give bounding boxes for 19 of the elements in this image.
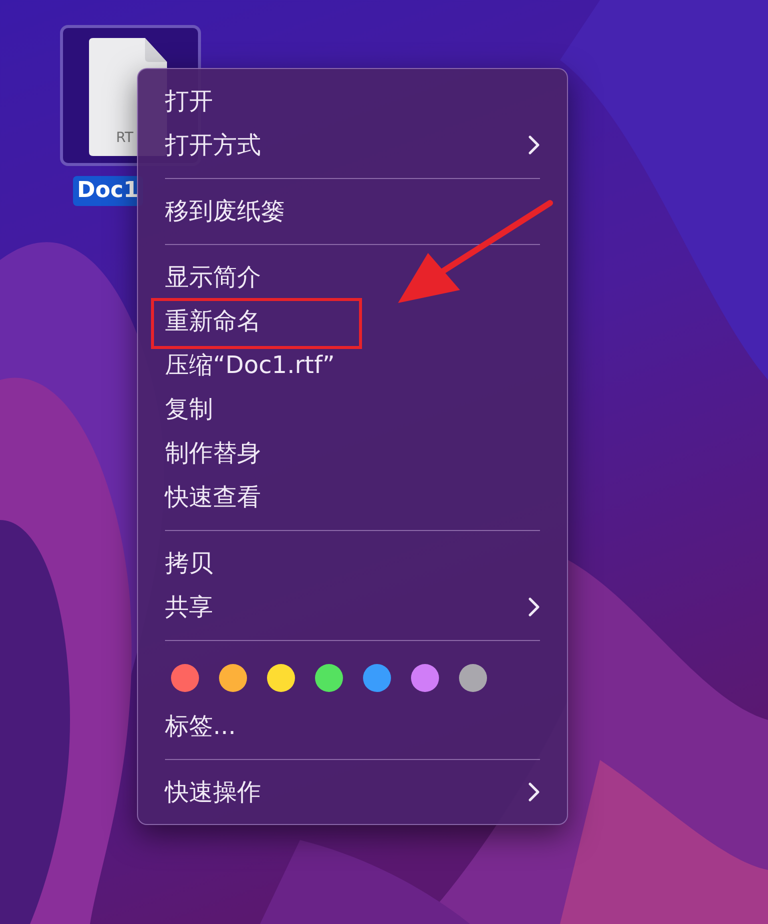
tag-color-dot[interactable]: [171, 664, 199, 692]
tag-color-dot[interactable]: [219, 664, 247, 692]
tag-color-dot[interactable]: [363, 664, 391, 692]
menu-item[interactable]: 复制: [165, 391, 213, 427]
tag-color-dot[interactable]: [411, 664, 439, 692]
tag-color-dot[interactable]: [267, 664, 295, 692]
menu-item[interactable]: 共享: [165, 589, 213, 625]
tag-color-dot[interactable]: [459, 664, 487, 692]
menu-item[interactable]: 拷贝: [165, 545, 213, 581]
file-type-label: RT: [116, 131, 134, 145]
menu-item[interactable]: 移到废纸篓: [165, 193, 285, 229]
tag-color-dot[interactable]: [315, 664, 343, 692]
menu-item[interactable]: 重新命名: [165, 303, 261, 339]
menu-item[interactable]: 显示简介: [165, 259, 261, 295]
menu-item[interactable]: 快速查看: [165, 479, 261, 515]
menu-item[interactable]: 标签...: [165, 708, 236, 744]
menu-item[interactable]: 压缩“Doc1.rtf”: [165, 347, 335, 383]
menu-item[interactable]: 快速操作: [165, 774, 261, 810]
menu-item[interactable]: 制作替身: [165, 435, 261, 471]
